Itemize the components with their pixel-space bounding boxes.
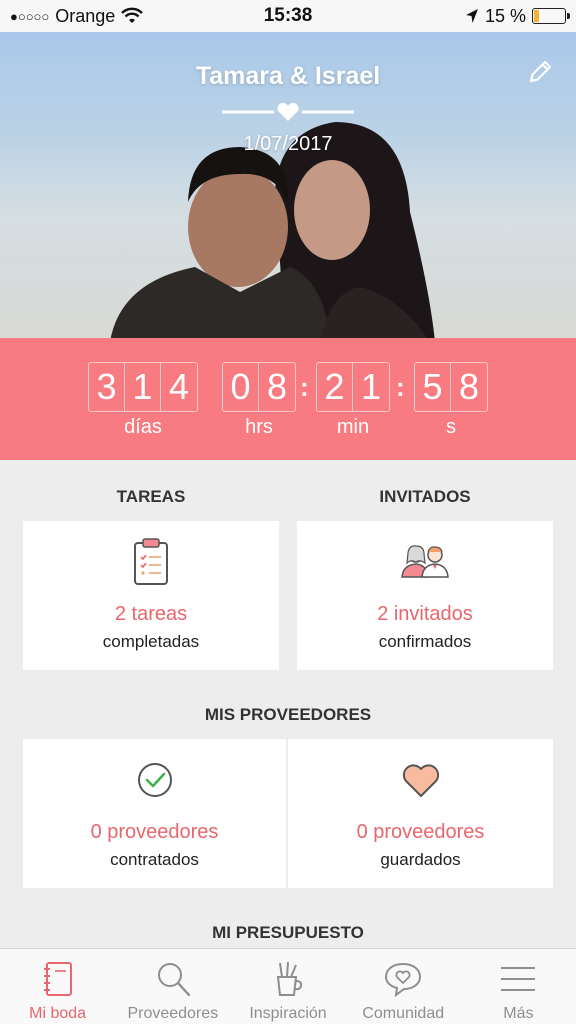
tab-mas[interactable]: Más [461,949,576,1024]
countdown-minutes-label: min [336,416,370,438]
countdown-digit: 8 [458,366,480,407]
countdown-digit: 4 [168,366,190,407]
tab-mi-boda[interactable]: Mi boda [0,949,115,1024]
budget-section-header: MI PRESUPUESTO [212,923,364,942]
pencil-cup-icon [276,961,303,996]
countdown-days: 3 1 4 [88,362,198,412]
countdown-digit: 8 [266,366,288,407]
tab-inspiracion[interactable]: Inspiración [230,949,345,1024]
couple-photo [110,122,435,338]
hired-vendors-subtitle: contratados [110,850,199,869]
countdown-separator: : [300,372,309,402]
tab-proveedores[interactable]: Proveedores [115,949,230,1024]
couple-names: Tamara & Israel [195,62,381,90]
hired-vendors-count: 0 proveedores [90,821,219,843]
search-icon [157,963,190,997]
guests-card[interactable]: 2 invitados confirmados [297,521,553,670]
battery-icon [532,8,570,24]
saved-vendors-count: 0 proveedores [356,821,485,843]
status-right: 15 % [465,5,570,27]
guests-count: 2 invitados [377,603,473,625]
checkmark-circle-icon [137,763,172,797]
wedding-countdown: 3 1 4 0 8 : 2 1 : 5 8 días hrs min s [0,338,576,460]
countdown-digit: 1 [125,363,161,411]
battery-percent: 15 % [484,5,526,26]
status-bar: ●○○○○ Orange 15:38 15 % [0,0,576,32]
heart-divider-icon [222,102,354,121]
wedding-date: 1/07/2017 [243,133,333,155]
tasks-count: 2 tareas [114,603,188,625]
signal-strength-indicator: ●○○○○ [10,8,50,24]
tasks-card[interactable]: 2 tareas completadas [23,521,279,670]
countdown-minutes: 2 1 [316,362,390,412]
tab-comunidad[interactable]: Comunidad [346,949,461,1024]
bottom-tab-bar: Mi boda Proveedores Inspiración Comunida… [0,948,576,1024]
notebook-icon [43,962,72,996]
clipboard-checklist-icon [134,538,168,585]
hired-vendors-card[interactable]: 0 proveedores contratados [23,739,286,888]
countdown-hours-label: hrs [245,416,273,438]
tab-label: Más [503,1005,534,1022]
battery-level-fill [534,10,539,22]
status-left: ●○○○○ Orange [10,5,144,27]
tab-label: Mi boda [29,1005,87,1022]
guests-couple-icon [401,545,449,578]
menu-icon [501,967,536,991]
tab-label: Comunidad [362,1005,445,1022]
carrier-name: Orange [55,5,116,26]
guests-subtitle: confirmados [378,632,472,651]
saved-vendors-subtitle: guardados [380,850,461,869]
countdown-digit: 2 [317,363,353,411]
guests-section-header: INVITADOS [379,487,471,506]
countdown-hours: 0 8 [222,362,296,412]
countdown-digit: 1 [360,366,382,407]
tasks-section-header: TAREAS [116,487,186,506]
countdown-digit: 3 [89,363,125,411]
tab-label: Inspiración [249,1005,327,1022]
saved-vendors-card[interactable]: 0 proveedores guardados [288,739,553,888]
countdown-digit: 5 [415,363,451,411]
heart-icon [402,764,439,797]
wifi-icon [121,7,144,23]
countdown-digit: 0 [223,363,259,411]
countdown-seconds: 5 8 [414,362,488,412]
countdown-seconds-label: s [446,416,456,438]
couple-hero-banner: Tamara & Israel 1/07/2017 [0,32,576,338]
location-arrow-icon [465,9,478,23]
chat-heart-icon [385,962,422,998]
countdown-days-label: días [124,416,162,438]
tab-label: Proveedores [127,1005,219,1022]
tasks-subtitle: completadas [102,632,200,651]
edit-pencil-icon[interactable] [526,58,554,86]
vendors-section-header: MIS PROVEEDORES [204,705,372,724]
countdown-separator: : [396,372,405,402]
